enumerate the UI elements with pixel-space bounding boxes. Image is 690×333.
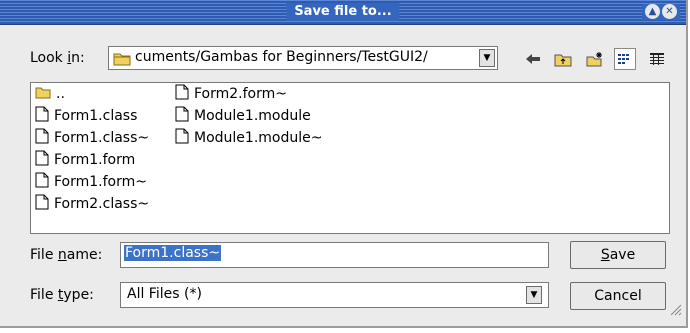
back-arrow-icon[interactable] xyxy=(522,48,544,70)
dialog-title: Save file to... xyxy=(286,3,400,21)
list-item[interactable]: Form1.class xyxy=(35,105,149,127)
file-icon xyxy=(35,172,49,192)
list-item[interactable]: Form1.class~ xyxy=(35,127,149,149)
look-in-combo[interactable]: cuments/Gambas for Beginners/TestGUI2/ ▼ xyxy=(108,46,498,70)
list-item[interactable]: Form1.form~ xyxy=(35,171,149,193)
file-list[interactable]: .. Form1.class Form1.class~ Form1.form F… xyxy=(30,82,670,234)
file-icon xyxy=(175,106,189,126)
folder-icon xyxy=(35,86,51,103)
list-item[interactable]: Form1.form xyxy=(35,149,149,171)
look-in-dropdown-arrow[interactable]: ▼ xyxy=(479,49,495,67)
file-icon xyxy=(35,106,49,126)
look-in-label: Look in: xyxy=(30,50,85,66)
file-icon xyxy=(35,150,49,170)
file-type-dropdown-arrow[interactable]: ▼ xyxy=(526,286,542,304)
file-type-value: All Files (*) xyxy=(127,286,202,302)
list-item[interactable]: Module1.module~ xyxy=(175,127,322,149)
list-item[interactable]: Module1.module xyxy=(175,105,322,127)
cancel-button[interactable]: Cancel xyxy=(570,282,666,310)
folder-icon xyxy=(113,51,131,70)
close-icon[interactable]: ✕ xyxy=(662,4,677,19)
new-folder-icon[interactable] xyxy=(584,48,606,70)
window-controls: ▲ ✕ xyxy=(642,4,680,20)
list-view-icon[interactable] xyxy=(614,48,636,70)
file-icon xyxy=(35,194,49,214)
minimize-icon[interactable]: ▲ xyxy=(645,4,660,19)
file-name-field[interactable]: Form1.class~ xyxy=(120,242,549,268)
file-name-value: Form1.class~ xyxy=(124,245,222,261)
file-icon xyxy=(35,128,49,148)
save-button[interactable]: Save xyxy=(570,241,666,269)
file-type-label: File type: xyxy=(30,287,94,303)
list-item[interactable]: Form2.class~ xyxy=(35,193,149,215)
file-icon xyxy=(175,128,189,148)
look-in-path: cuments/Gambas for Beginners/TestGUI2/ xyxy=(135,49,428,65)
file-name-label: File name: xyxy=(30,247,103,263)
list-item[interactable]: Form2.form~ xyxy=(175,83,322,105)
resize-grip-icon[interactable] xyxy=(670,304,682,320)
file-type-combo[interactable]: All Files (*) ▼ xyxy=(120,282,549,308)
up-folder-icon[interactable] xyxy=(552,48,574,70)
title-bar[interactable]: Save file to... ▲ ✕ xyxy=(0,0,686,25)
file-icon xyxy=(175,84,189,104)
list-item[interactable]: .. xyxy=(35,83,149,105)
detail-view-icon[interactable] xyxy=(646,48,668,70)
save-file-dialog: Save file to... ▲ ✕ Look in: cuments/Gam… xyxy=(0,0,688,328)
